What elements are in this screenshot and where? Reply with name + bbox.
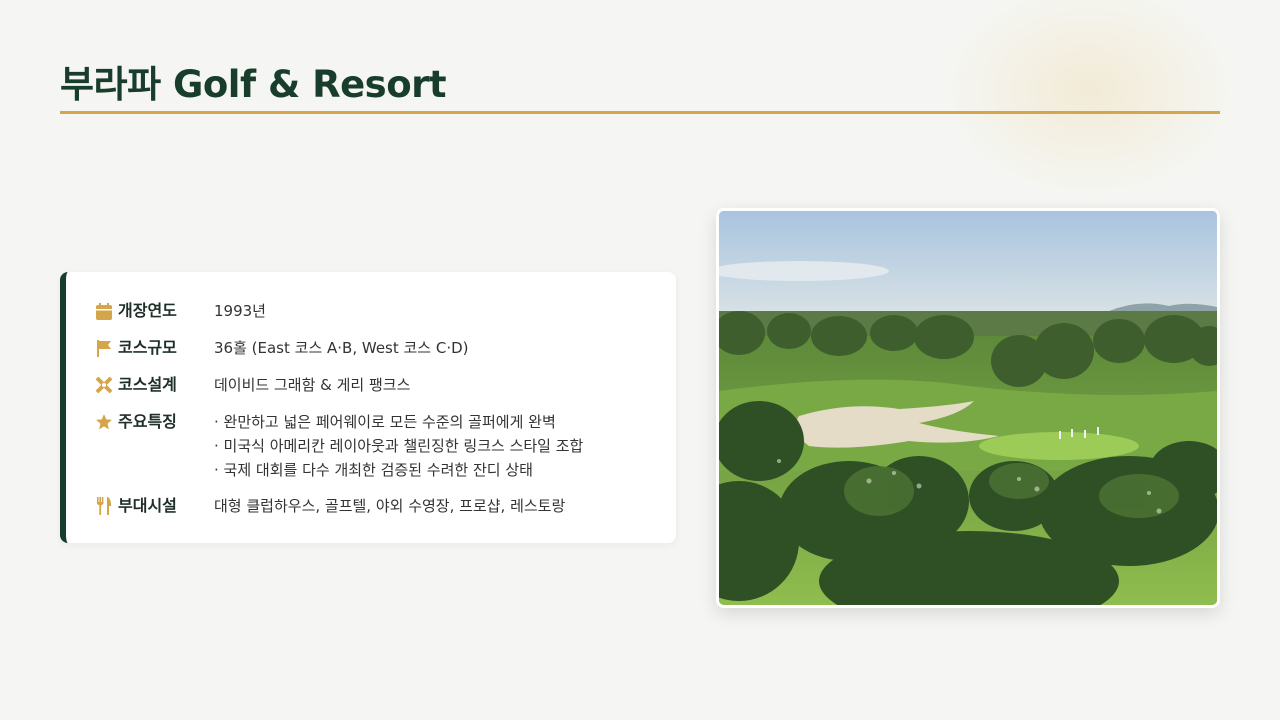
info-value: 데이비드 그래함 & 게리 팽크스 — [214, 376, 411, 394]
info-row-facilities: 부대시설 대형 클럽하우스, 골프텔, 야외 수영장, 프로샵, 레스토랑 — [94, 495, 565, 518]
feature-item: · 국제 대회를 다수 개최한 검증된 수려한 잔디 상태 — [214, 461, 533, 479]
title-divider — [60, 111, 1220, 114]
feature-item: · 완만하고 넓은 페어웨이로 모든 수준의 골퍼에게 완벽 — [214, 413, 556, 431]
page-title: 부라파 Golf & Resort — [60, 63, 447, 106]
info-row-course-size: 코스규모 36홀 (East 코스 A·B, West 코스 C·D) — [94, 337, 469, 360]
star-icon — [94, 412, 114, 432]
utensils-icon — [94, 496, 114, 516]
info-label: 코스규모 — [118, 338, 177, 357]
feature-item: · 미국식 아메리칸 레이아웃과 챌린징한 링크스 스타일 조합 — [214, 437, 584, 455]
info-value: 1993년 — [214, 302, 266, 320]
background-glow — [940, 0, 1240, 200]
info-row-course-design: 코스설계 데이비드 그래함 & 게리 팽크스 — [94, 374, 410, 397]
calendar-icon — [94, 301, 114, 321]
info-row-opening-year: 개장연도 1993년 — [94, 300, 266, 323]
info-label: 개장연도 — [118, 301, 177, 320]
info-label: 주요특징 — [118, 412, 177, 431]
golf-course-photo — [716, 208, 1220, 608]
design-tools-icon — [94, 375, 114, 395]
features-list: · 완만하고 넓은 페어웨이로 모든 수준의 골퍼에게 완벽 · 미국식 아메리… — [214, 410, 583, 482]
flag-icon — [94, 338, 114, 358]
info-label: 코스설계 — [118, 375, 177, 394]
info-row-key-features: 주요특징 · 완만하고 넓은 페어웨이로 모든 수준의 골퍼에게 완벽 · 미국… — [94, 411, 583, 482]
info-value: 대형 클럽하우스, 골프텔, 야외 수영장, 프로샵, 레스토랑 — [214, 497, 566, 515]
info-value: 36홀 (East 코스 A·B, West 코스 C·D) — [214, 339, 469, 357]
info-card: 개장연도 1993년 코스규모 36홀 (East 코스 A·B, West 코… — [60, 272, 676, 543]
info-label: 부대시설 — [118, 496, 177, 515]
